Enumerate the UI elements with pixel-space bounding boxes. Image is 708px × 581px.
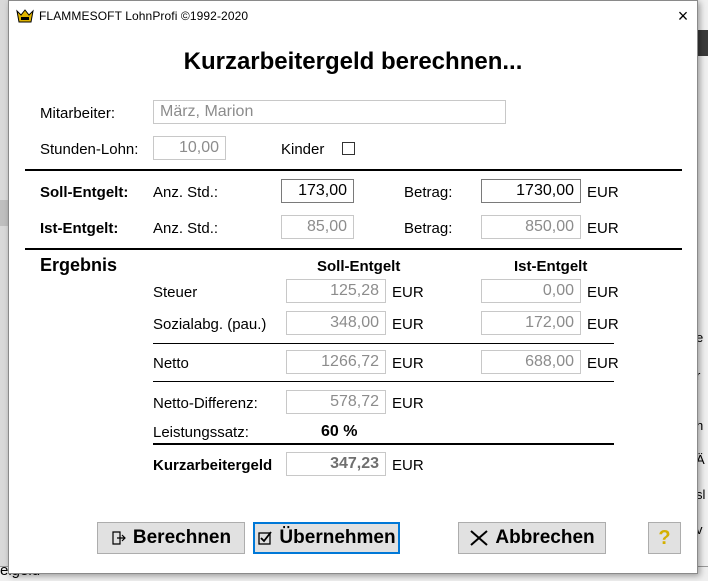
social-ist-field[interactable]: 172,00: [481, 311, 581, 335]
divider: [153, 443, 614, 445]
soll-hours-label: Anz. Std.:: [153, 184, 219, 201]
tax-ist-field[interactable]: 0,00: [481, 279, 581, 303]
soll-currency: EUR: [587, 184, 619, 201]
employee-label: Mitarbeiter:: [40, 105, 116, 122]
divider: [25, 248, 682, 250]
social-soll-field[interactable]: 348,00: [286, 311, 386, 335]
ist-hours-label: Anz. Std.:: [153, 220, 219, 237]
kurzarbeitergeld-dialog: FLAMMESOFT LohnProfi ©1992-2020 × Kurzar…: [8, 0, 698, 574]
kurzarbeitergeld-field[interactable]: 347,23: [286, 452, 386, 476]
currency-label: EUR: [392, 355, 424, 372]
net-difference-field[interactable]: 578,72: [286, 390, 386, 414]
column-header-ist: Ist-Entgelt: [514, 258, 588, 275]
net-soll-field[interactable]: 1266,72: [286, 350, 386, 374]
currency-label: EUR: [587, 355, 619, 372]
currency-label: EUR: [392, 457, 424, 474]
ist-hours-field[interactable]: 85,00: [281, 215, 354, 239]
soll-hours-input[interactable]: 173,00: [281, 179, 354, 203]
background-toolbar-fragment: [698, 30, 708, 56]
ist-currency: EUR: [587, 220, 619, 237]
tax-soll-field[interactable]: 125,28: [286, 279, 386, 303]
dialog-heading: Kurzarbeitergeld berechnen...: [183, 48, 523, 75]
column-header-soll: Soll-Entgelt: [317, 258, 401, 275]
soll-amount-label: Betrag:: [404, 184, 453, 201]
calculate-button[interactable]: Berechnen: [97, 522, 245, 554]
calculate-icon: [112, 531, 126, 545]
employee-field[interactable]: März, Marion: [153, 100, 506, 124]
help-question-icon: ?: [658, 526, 671, 549]
title-bar: FLAMMESOFT LohnProfi ©1992-2020 ×: [9, 1, 697, 31]
currency-label: EUR: [587, 284, 619, 301]
window-title: FLAMMESOFT LohnProfi ©1992-2020: [39, 9, 249, 23]
apply-button-label: Übernehmen: [279, 527, 396, 548]
currency-label: EUR: [392, 284, 424, 301]
ist-entgelt-label: Ist-Entgelt:: [40, 220, 119, 237]
currency-label: EUR: [392, 395, 424, 412]
cancel-x-icon: [470, 530, 489, 546]
currency-label: EUR: [587, 316, 619, 333]
currency-label: EUR: [392, 316, 424, 333]
ist-amount-label: Betrag:: [404, 220, 453, 237]
benefit-rate-label: Leistungssatz:: [153, 424, 249, 441]
kurzarbeitergeld-label: Kurzarbeitergeld: [153, 457, 273, 474]
divider: [153, 343, 614, 344]
flammesoft-logo-icon: [16, 9, 34, 23]
children-label: Kinder: [281, 141, 325, 158]
cancel-button[interactable]: Abbrechen: [458, 522, 606, 554]
divider: [153, 381, 614, 382]
calculate-button-label: Berechnen: [132, 527, 232, 548]
hourly-wage-field[interactable]: 10,00: [153, 136, 226, 160]
soll-amount-input[interactable]: 1730,00: [481, 179, 581, 203]
help-button[interactable]: ?: [648, 522, 681, 554]
cancel-button-label: Abbrechen: [495, 527, 595, 548]
soll-entgelt-label: Soll-Entgelt:: [40, 184, 129, 201]
children-checkbox[interactable]: [342, 142, 355, 155]
benefit-rate-value: 60 %: [321, 423, 358, 440]
net-ist-field[interactable]: 688,00: [481, 350, 581, 374]
social-label: Sozialabg. (pau.): [153, 316, 267, 333]
net-difference-label: Netto-Differenz:: [153, 395, 258, 412]
checkbox-check-icon: [258, 531, 273, 545]
hourly-wage-label: Stunden-Lohn:: [40, 141, 139, 158]
ist-amount-field[interactable]: 850,00: [481, 215, 581, 239]
divider: [25, 169, 682, 171]
result-heading: Ergebnis: [40, 255, 118, 275]
apply-button[interactable]: Übernehmen: [253, 522, 400, 554]
close-button[interactable]: ×: [673, 6, 693, 26]
net-label: Netto: [153, 355, 189, 372]
tax-label: Steuer: [153, 284, 198, 301]
